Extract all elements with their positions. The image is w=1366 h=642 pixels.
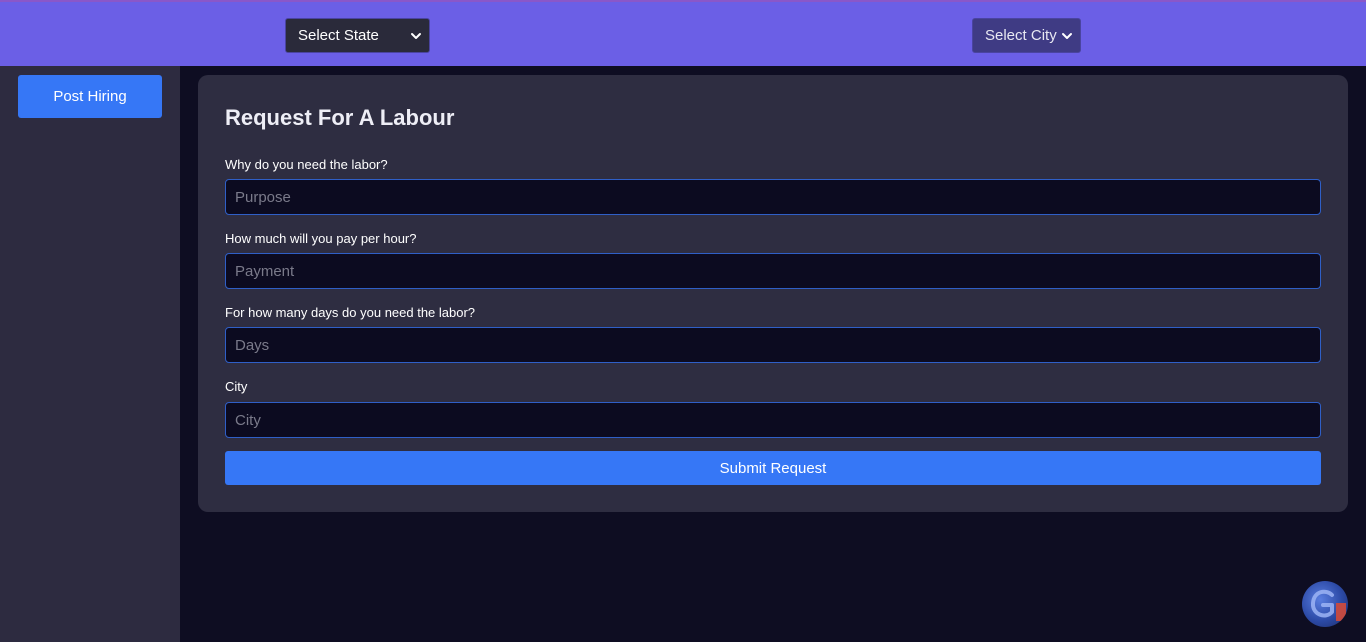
state-select[interactable]: Select State — [285, 18, 430, 53]
top-navbar: Select State Select City — [0, 0, 1366, 66]
sidebar: Post Hiring — [0, 66, 180, 642]
city-label: City — [225, 379, 248, 394]
payment-placeholder: Payment — [235, 262, 295, 280]
chevron-down-icon — [1062, 32, 1072, 39]
state-select-value: Select State — [298, 27, 379, 44]
submit-request-button[interactable]: Submit Request — [225, 451, 1321, 485]
city-select[interactable]: Select City — [972, 18, 1081, 53]
payment-input[interactable]: Payment — [225, 253, 1321, 289]
days-input[interactable]: Days — [225, 327, 1321, 363]
purpose-placeholder: Purpose — [235, 188, 291, 206]
payment-label: How much will you pay per hour? — [225, 231, 417, 246]
city-placeholder: City — [235, 411, 261, 429]
labour-request-form: Request For A Labour Why do you need the… — [198, 75, 1348, 512]
city-select-value: Select City — [985, 27, 1057, 44]
city-input[interactable]: City — [225, 402, 1321, 438]
chevron-down-icon — [411, 32, 421, 39]
purpose-label: Why do you need the labor? — [225, 157, 388, 172]
translate-badge-glyph — [1311, 589, 1346, 621]
form-title: Request For A Labour — [225, 105, 455, 130]
purpose-input[interactable]: Purpose — [225, 179, 1321, 215]
days-label: For how many days do you need the labor? — [225, 305, 476, 320]
days-placeholder: Days — [235, 336, 270, 354]
post-hiring-button[interactable]: Post Hiring — [18, 75, 162, 118]
translate-badge-icon[interactable] — [1302, 581, 1348, 627]
